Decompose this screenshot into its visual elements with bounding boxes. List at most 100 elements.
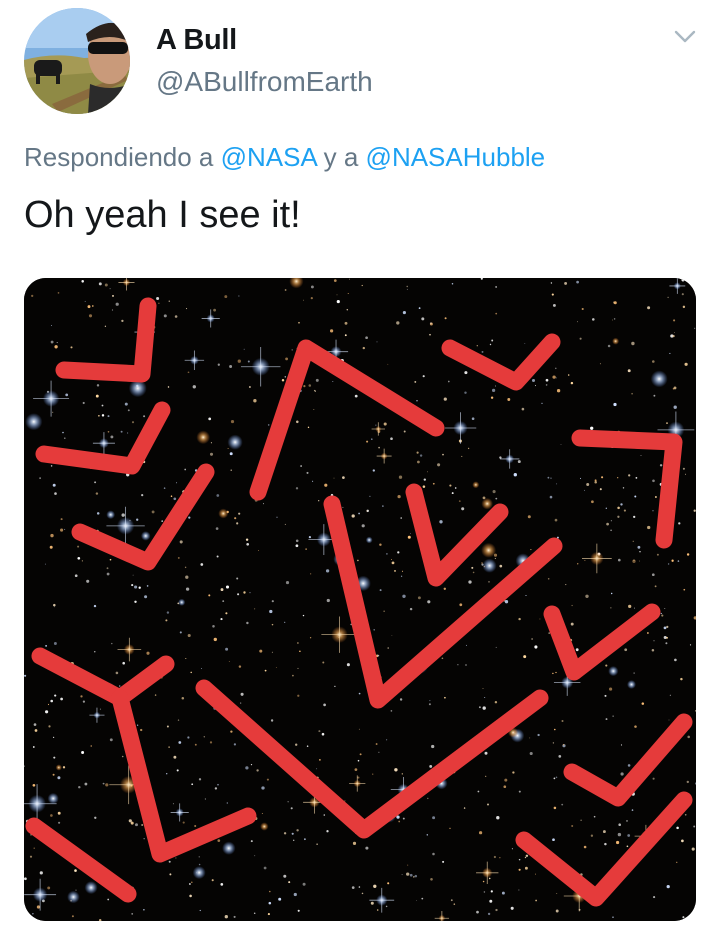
star	[666, 422, 668, 424]
user-handle[interactable]: @ABullfromEarth	[156, 66, 373, 98]
star	[131, 584, 134, 587]
star	[346, 309, 349, 311]
star	[261, 786, 265, 790]
star	[468, 580, 472, 584]
tweet-image[interactable]	[24, 278, 696, 921]
star	[613, 301, 617, 305]
bright-star	[222, 841, 236, 855]
star	[111, 309, 114, 311]
star	[264, 669, 267, 672]
star	[94, 481, 97, 484]
star	[361, 524, 365, 528]
star	[165, 619, 168, 622]
star	[444, 696, 446, 699]
star	[177, 556, 180, 559]
star	[453, 903, 456, 905]
star	[102, 782, 105, 785]
star	[93, 604, 97, 608]
star	[326, 598, 330, 603]
star	[170, 495, 173, 497]
star	[361, 284, 363, 287]
star	[639, 560, 641, 562]
bright-star	[47, 792, 59, 805]
star	[220, 883, 224, 886]
more-options-button[interactable]	[668, 24, 702, 50]
star	[121, 319, 124, 323]
star	[54, 492, 57, 495]
star	[88, 314, 93, 318]
star	[134, 585, 138, 589]
star	[176, 482, 178, 484]
star	[266, 778, 269, 781]
star	[365, 336, 368, 340]
star	[659, 464, 663, 467]
star	[259, 649, 263, 653]
star	[606, 522, 609, 526]
star	[674, 658, 677, 662]
avatar[interactable]	[24, 8, 130, 114]
star	[354, 768, 358, 771]
star	[632, 540, 634, 542]
star	[467, 447, 470, 450]
star	[191, 783, 194, 786]
star	[676, 861, 678, 863]
star	[290, 807, 293, 810]
star	[240, 692, 244, 696]
star	[556, 892, 558, 895]
star	[494, 700, 498, 704]
star	[60, 518, 63, 521]
star	[556, 483, 558, 485]
star	[357, 759, 360, 762]
star	[560, 443, 562, 445]
star	[555, 367, 557, 370]
star	[344, 800, 346, 802]
star	[626, 820, 628, 822]
star	[556, 389, 561, 393]
star	[138, 586, 141, 589]
star	[565, 584, 567, 586]
bright-star	[25, 413, 43, 431]
tweet-card[interactable]: A Bull @ABullfromEarth Respondiendo a @N…	[0, 0, 720, 945]
star	[200, 563, 204, 566]
star	[488, 877, 491, 880]
star	[390, 437, 393, 441]
star	[115, 302, 119, 306]
star	[661, 614, 664, 617]
star	[140, 728, 143, 732]
bright-star	[192, 866, 206, 880]
star	[238, 665, 242, 668]
star	[373, 884, 377, 888]
star	[217, 839, 221, 842]
star	[622, 487, 625, 489]
star	[185, 587, 190, 591]
star	[168, 746, 170, 748]
star	[612, 319, 614, 321]
star	[185, 657, 187, 660]
star	[81, 751, 85, 754]
star	[623, 509, 626, 512]
star	[552, 838, 555, 842]
star	[316, 768, 318, 770]
star	[429, 333, 431, 336]
star	[217, 783, 219, 786]
star	[545, 384, 548, 386]
star	[461, 455, 463, 457]
star	[124, 402, 128, 406]
mention-link-nasa[interactable]: @NASA	[221, 142, 317, 172]
star	[82, 700, 85, 703]
star	[555, 377, 557, 379]
star	[379, 543, 382, 546]
star	[564, 281, 568, 285]
star	[243, 591, 246, 594]
star	[226, 802, 228, 804]
star	[495, 497, 498, 500]
display-name[interactable]: A Bull	[156, 24, 237, 57]
star	[188, 516, 191, 519]
star	[647, 306, 651, 310]
star	[288, 881, 291, 884]
star	[154, 694, 157, 696]
star	[39, 477, 41, 479]
mention-link-nasahubble[interactable]: @NASAHubble	[366, 142, 546, 172]
star	[246, 621, 249, 625]
star	[210, 442, 212, 444]
